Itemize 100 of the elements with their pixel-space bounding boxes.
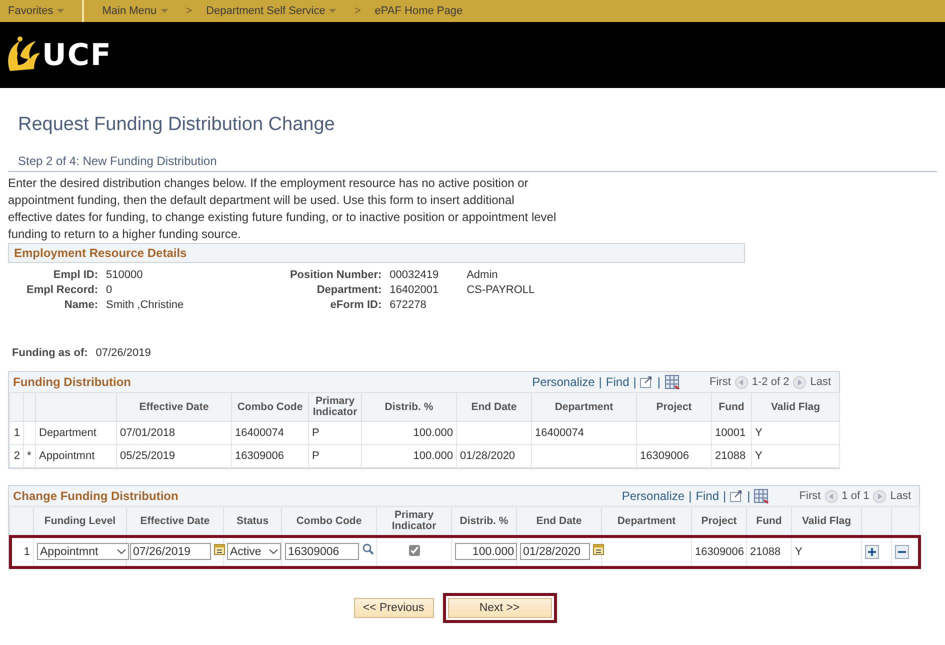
new-window-icon[interactable] (730, 490, 744, 502)
logo-text: UCF (42, 38, 112, 72)
grid-title: Funding Distribution (13, 375, 132, 389)
table-cell: 16400074 (235, 427, 284, 439)
table-cell: 01/28/2020 (460, 450, 516, 462)
field-value: 16402001 (390, 284, 439, 296)
column-header: End Date (536, 514, 582, 526)
separator: | (657, 375, 660, 389)
calendar-icon[interactable] (214, 544, 226, 554)
field-value: 07/26/2019 (96, 347, 151, 359)
table-cell: P (312, 450, 320, 462)
table-cell: 21088 (715, 450, 746, 462)
column-header: Distrib. % (460, 514, 508, 526)
column-header: Project (701, 514, 737, 526)
table-cell: 10001 (715, 427, 746, 439)
distribution-percent-field[interactable]: 100.000 (455, 543, 517, 560)
field-label: Name: (63, 299, 98, 311)
table-cell: Y (755, 427, 762, 439)
page-title: Request Funding Distribution Change (18, 114, 336, 136)
plus-icon (868, 548, 876, 556)
field-label: Funding as of: (12, 347, 88, 359)
row-number: 1 (24, 546, 30, 558)
column-header: Fund (756, 514, 782, 526)
column-header: Fund (718, 400, 744, 412)
field-label: Position Number: (288, 269, 382, 281)
status-dropdown[interactable]: Active (227, 543, 281, 560)
nav-menu-link[interactable]: Favorites (8, 5, 64, 17)
combo-code-field[interactable]: 16309006 (285, 543, 359, 560)
spreadsheet-icon[interactable] (754, 488, 770, 504)
field-label: eForm ID: (329, 299, 382, 311)
column-header: Distrib. % (384, 400, 434, 412)
field-label: Department: (316, 284, 382, 296)
column-header: Valid Flag (770, 400, 820, 412)
field-value: 672278 (390, 299, 428, 311)
table-cell: 16309006 (695, 546, 744, 558)
column-header: End Date (471, 400, 517, 412)
column-header: Effective Date (139, 400, 209, 412)
end-date-field[interactable]: 01/28/2020 (520, 543, 590, 560)
separator: | (688, 489, 692, 503)
next-button[interactable]: Next >> (442, 593, 556, 623)
column-header: Combo Code (296, 514, 362, 526)
table-cell: 16309006 (235, 450, 284, 462)
table-cell: 16400074 (535, 427, 584, 439)
nav-menu-link[interactable]: Department Self Service (206, 5, 336, 17)
new-window-icon[interactable] (640, 376, 654, 388)
column-header: Department (617, 514, 676, 526)
field-value: Smith ,Christine (106, 299, 184, 311)
spreadsheet-icon[interactable] (664, 374, 680, 390)
add-row-button[interactable] (865, 544, 879, 558)
table-cell: P (312, 427, 320, 439)
column-header: Valid Flag (802, 514, 851, 526)
column-header: Funding Level (44, 514, 116, 526)
table-cell: 07/01/2018 (120, 427, 176, 439)
delete-row-button[interactable] (895, 544, 909, 558)
funding-level-dropdown[interactable]: Appointmnt (37, 543, 129, 560)
field-description: CS-PAYROLL (466, 284, 535, 296)
column-header: Status (236, 514, 269, 526)
nav-menu-link[interactable]: ePAF Home Page (374, 5, 463, 17)
field-value: 00032419 (390, 269, 439, 281)
separator: | (633, 375, 636, 389)
row-number: 2 (14, 450, 20, 462)
breadcrumb-separator: > (186, 5, 192, 17)
first-label: First (799, 490, 821, 502)
effective-date-field[interactable]: 07/26/2019 (130, 543, 211, 560)
breadcrumb-separator: > (354, 5, 361, 17)
caret-icon (117, 549, 126, 554)
table-cell: 16309006 (640, 450, 689, 462)
table-cell: 100.000 (413, 427, 453, 439)
column-header: Project (656, 400, 692, 412)
field-label: Empl ID: (52, 269, 98, 281)
column-header: Effective Date (140, 514, 210, 526)
section-header: Employment Resource Details (8, 243, 745, 263)
column-header: Primary Indicator (312, 395, 358, 418)
instructions: Enter the desired distribution changes below. If the employment resource has no active position or appointment funding, then the default department will be used. Use this form to insert additional effective dates for funding, to change existing future funding, or to inactive position or appointment level funding to return to a higher funding source. (8, 175, 558, 243)
row-number: 1 (14, 427, 20, 439)
find-link[interactable]: Find (696, 489, 720, 503)
last-label: Last (810, 376, 831, 388)
table-cell: Appointmnt (39, 450, 95, 462)
find-link[interactable]: Find (606, 375, 630, 389)
separator: | (598, 375, 602, 389)
field-description: Admin (466, 269, 499, 281)
step-title: Step 2 of 4: New Funding Distribution (8, 154, 937, 172)
table-cell: 21088 (750, 546, 781, 558)
table-cell: 05/25/2019 (120, 450, 176, 462)
nav-menu-link[interactable]: Main Menu (102, 5, 168, 17)
row-marker: * (27, 450, 32, 462)
primary-indicator-checkbox[interactable] (408, 544, 420, 556)
grid-title: Change Funding Distribution (13, 489, 180, 503)
first-label: First (710, 376, 731, 388)
calendar-icon[interactable] (593, 544, 604, 554)
search-icon[interactable] (362, 542, 374, 555)
field-label: Empl Record: (25, 284, 98, 296)
separator: | (723, 489, 726, 503)
personalize-link[interactable]: Personalize (532, 375, 595, 389)
column-header: Primary Indicator (392, 509, 436, 532)
personalize-link[interactable]: Personalize (622, 489, 685, 503)
row-range: 1 of 1 (842, 490, 870, 502)
field-value: 510000 (106, 269, 144, 281)
field-value: 0 (106, 284, 114, 296)
table-cell: Y (755, 450, 762, 462)
